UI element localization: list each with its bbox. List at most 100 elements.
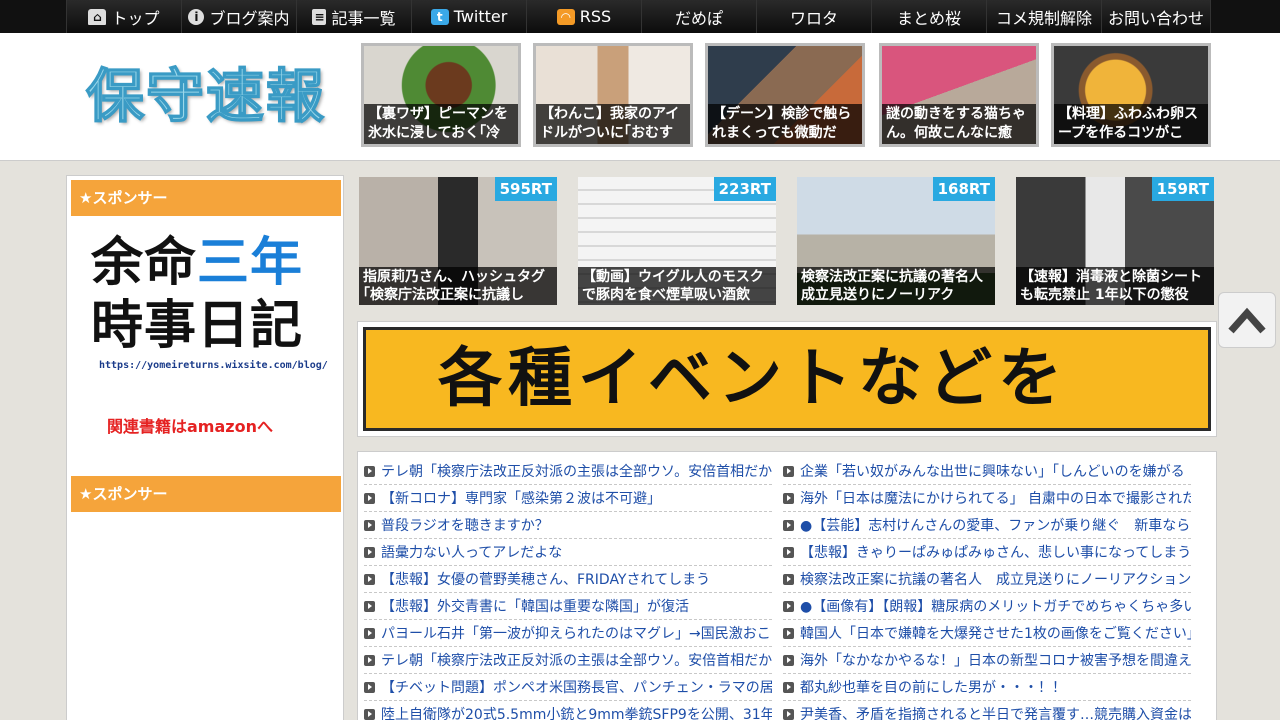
header-thumbnail[interactable]: 【裏ワザ】ピーマンを氷水に浸しておく｢冷 bbox=[361, 43, 521, 147]
thumbnail-caption: 【裏ワザ】ピーマンを氷水に浸しておく｢冷 bbox=[364, 104, 518, 144]
link-text: 【チベット問題】ポンペオ米国務長官、パンチェン・ラマの居 bbox=[381, 680, 772, 696]
nav-item-blog-guide[interactable]: i ブログ案内 bbox=[181, 0, 296, 33]
list-item[interactable]: 【悲報】女優の菅野美穂さん、FRIDAYされてしまう bbox=[364, 566, 772, 593]
link-text: 都丸紗也華を目の前にした男が・・・！！ bbox=[800, 680, 1066, 696]
bullet-icon bbox=[783, 654, 794, 666]
bullet-icon bbox=[364, 681, 375, 693]
nav-item-label: まとめ桜 bbox=[896, 8, 961, 28]
nav-item-contact[interactable]: お問い合わせ bbox=[1101, 0, 1211, 33]
bullet-icon bbox=[783, 627, 794, 639]
bullet-icon bbox=[783, 681, 794, 693]
event-banner[interactable]: 各種イベントなどを bbox=[357, 321, 1217, 437]
tile-caption: 指原莉乃さん、ハッシュタグ｢検察庁法改正案に抗議し bbox=[359, 267, 557, 305]
bullet-icon bbox=[364, 492, 375, 504]
nav-item-label: Twitter bbox=[453, 7, 508, 26]
back-to-top-button[interactable] bbox=[1218, 292, 1276, 348]
link-text: テレ朝「検察庁法改正反対派の主張は全部ウソ。安倍首相だか bbox=[381, 464, 772, 480]
rt-count-badge: 223RT bbox=[713, 177, 776, 201]
thumbnail-caption: 【わんこ】我家のアイドルがついに｢おむす bbox=[536, 104, 690, 144]
thumbnail-caption: 謎の動きをする猫ちゃん。何故こんなに癒 bbox=[882, 104, 1036, 144]
link-text: 検察法改正案に抗議の著名人 成立見送りにノーリアクション bbox=[800, 572, 1191, 588]
link-text: 【悲報】きゃりーぱみゅぱみゅさん、悲しい事になってしまう bbox=[800, 545, 1191, 561]
rt-tile[interactable]: 595RT 指原莉乃さん、ハッシュタグ｢検察庁法改正案に抗議し bbox=[359, 177, 557, 305]
rt-tile[interactable]: 159RT 【速報】消毒液と除菌シートも転売禁止 1年以下の懲役 bbox=[1016, 177, 1214, 305]
thumbnail-caption: 【デーン】検診で触られまくっても微動だ bbox=[708, 104, 862, 144]
header-thumbnail[interactable]: 【料理】ふわふわ卵スープを作るコツがこ bbox=[1051, 43, 1211, 147]
list-item[interactable]: 【新コロナ】専門家「感染第２波は不可避」 bbox=[364, 485, 772, 512]
list-item[interactable]: ●【芸能】志村けんさんの愛車、ファンが乗り継ぐ 新車なら bbox=[783, 512, 1191, 539]
rt-count-badge: 168RT bbox=[932, 177, 995, 201]
header-thumbnail[interactable]: 【デーン】検診で触られまくっても微動だ bbox=[705, 43, 865, 147]
bullet-icon bbox=[364, 708, 375, 720]
nav-item-damepo[interactable]: だめぽ bbox=[641, 0, 756, 33]
twitter-icon: t bbox=[430, 8, 449, 25]
list-item[interactable]: テレ朝「検察庁法改正反対派の主張は全部ウソ。安倍首相だか bbox=[364, 458, 772, 485]
bullet-icon bbox=[783, 492, 794, 504]
list-item[interactable]: 企業「若い奴がみんな出世に興味ない」「しんどいのを嫌がる bbox=[783, 458, 1191, 485]
bullet-icon bbox=[783, 465, 794, 477]
link-text: 語彙力ない人ってアレだよな bbox=[381, 545, 563, 561]
rt-tile[interactable]: 168RT 検察法改正案に抗議の著名人 成立見送りにノーリアク bbox=[797, 177, 995, 305]
list-item[interactable]: 【悲報】きゃりーぱみゅぱみゅさん、悲しい事になってしまう bbox=[783, 539, 1191, 566]
nav-item-comment-unblock[interactable]: コメ規制解除 bbox=[986, 0, 1101, 33]
nav-items: ⌂ トップ i ブログ案内 ≡ 記事一覧 t Twitter ◠ RSS だめぽ… bbox=[66, 0, 1211, 33]
book-title-line1: 余命三年 bbox=[91, 232, 321, 294]
nav-item-rss[interactable]: ◠ RSS bbox=[526, 0, 641, 33]
rt-tile[interactable]: 223RT 【動画】ウイグル人のモスクで豚肉を食べ煙草吸い酒飲 bbox=[578, 177, 776, 305]
bullet-icon bbox=[364, 465, 375, 477]
link-column-right: 企業「若い奴がみんな出世に興味ない」「しんどいのを嫌がる 海外「日本は魔法にかけ… bbox=[783, 458, 1191, 720]
rt-count-badge: 159RT bbox=[1151, 177, 1214, 201]
nav-item-matome-sakura[interactable]: まとめ桜 bbox=[871, 0, 986, 33]
list-item[interactable]: 都丸紗也華を目の前にした男が・・・！！ bbox=[783, 674, 1191, 701]
bullet-icon bbox=[783, 573, 794, 585]
nav-item-label: トップ bbox=[111, 8, 160, 28]
nav-item-label: ワロタ bbox=[789, 8, 838, 28]
list-item[interactable]: ●【画像有】【朗報】糖尿病のメリットガチでめちゃくちゃ多い bbox=[783, 593, 1191, 620]
nav-item-label: だめぽ bbox=[674, 8, 723, 28]
nav-item-warota[interactable]: ワロタ bbox=[756, 0, 871, 33]
link-text: テレ朝「検察庁法改正反対派の主張は全部ウソ。安倍首相だか bbox=[381, 653, 772, 669]
sponsor-heading: ★スポンサー bbox=[71, 180, 341, 216]
site-logo[interactable]: 保守速報 bbox=[85, 61, 326, 131]
link-text: 尹美香、矛盾を指摘されると半日で発言覆す…競売購入資金は bbox=[800, 707, 1191, 720]
amazon-link[interactable]: 関連書籍はamazonへ bbox=[107, 413, 273, 437]
document-icon: ≡ bbox=[312, 8, 327, 25]
sidebar: ★スポンサー 余命三年 時事日記 https://yomeireturns.wi… bbox=[66, 175, 344, 720]
list-item[interactable]: 普段ラジオを聴きますか？ bbox=[364, 512, 772, 539]
list-item[interactable]: 尹美香、矛盾を指摘されると半日で発言覆す…競売購入資金は bbox=[783, 701, 1191, 720]
book-title-part: 三年 bbox=[197, 233, 304, 293]
list-item[interactable]: 【チベット問題】ポンペオ米国務長官、パンチェン・ラマの居 bbox=[364, 674, 772, 701]
thumbnail-caption: 【料理】ふわふわ卵スープを作るコツがこ bbox=[1054, 104, 1208, 144]
list-item[interactable]: 【悲報】外交青書に「韓国は重要な隣国」が復活 bbox=[364, 593, 772, 620]
link-text: 普段ラジオを聴きますか？ bbox=[381, 518, 549, 534]
list-item[interactable]: 海外「なかなかやるな！」日本の新型コロナ被害予想を間違え bbox=[783, 647, 1191, 674]
nav-item-article-list[interactable]: ≡ 記事一覧 bbox=[296, 0, 411, 33]
book-url: https://yomeireturns.wixsite.com/blog/ bbox=[99, 360, 328, 371]
bullet-icon bbox=[364, 654, 375, 666]
list-item[interactable]: 検察法改正案に抗議の著名人 成立見送りにノーリアクション bbox=[783, 566, 1191, 593]
nav-item-label: お問い合わせ bbox=[1107, 8, 1204, 28]
tile-caption: 検察法改正案に抗議の著名人 成立見送りにノーリアク bbox=[797, 267, 995, 305]
list-item[interactable]: テレ朝「検察庁法改正反対派の主張は全部ウソ。安倍首相だか bbox=[364, 647, 772, 674]
nav-item-twitter[interactable]: t Twitter bbox=[411, 0, 526, 33]
nav-item-top[interactable]: ⌂ トップ bbox=[66, 0, 181, 33]
link-text: 企業「若い奴がみんな出世に興味ない」「しんどいのを嫌がる bbox=[800, 464, 1185, 480]
link-text: 海外「なかなかやるな！」日本の新型コロナ被害予想を間違え bbox=[800, 653, 1191, 669]
rss-icon: ◠ bbox=[556, 8, 575, 25]
list-item[interactable]: 語彙力ない人ってアレだよな bbox=[364, 539, 772, 566]
list-item[interactable]: 海外「日本は魔法にかけられてる」 自粛中の日本で撮影された bbox=[783, 485, 1191, 512]
list-item[interactable]: 韓国人「日本で嫌韓を大爆発させた1枚の画像をご覧ください」 bbox=[783, 620, 1191, 647]
book-ad[interactable]: 余命三年 時事日記 https://yomeireturns.wixsite.c… bbox=[91, 232, 328, 371]
rt-count-badge: 595RT bbox=[494, 177, 557, 201]
header-thumbnail[interactable]: 謎の動きをする猫ちゃん。何故こんなに癒 bbox=[879, 43, 1039, 147]
bullet-icon bbox=[783, 708, 794, 720]
list-item[interactable]: 陸上自衛隊が20式5.5mm小銃と9mm拳銃SFP9を公開、31年ぶり bbox=[364, 701, 772, 720]
header-thumbnail[interactable]: 【わんこ】我家のアイドルがついに｢おむす bbox=[533, 43, 693, 147]
tile-caption: 【動画】ウイグル人のモスクで豚肉を食べ煙草吸い酒飲 bbox=[578, 267, 776, 305]
bullet-icon bbox=[364, 573, 375, 585]
list-item[interactable]: パヨール石井「第一波が抑えられたのはマグレ」→国民激おこ bbox=[364, 620, 772, 647]
sponsor-heading: ★スポンサー bbox=[71, 476, 341, 512]
nav-item-label: コメ規制解除 bbox=[995, 8, 1092, 28]
bullet-icon bbox=[783, 519, 794, 531]
link-text: 海外「日本は魔法にかけられてる」 自粛中の日本で撮影された bbox=[800, 491, 1191, 507]
